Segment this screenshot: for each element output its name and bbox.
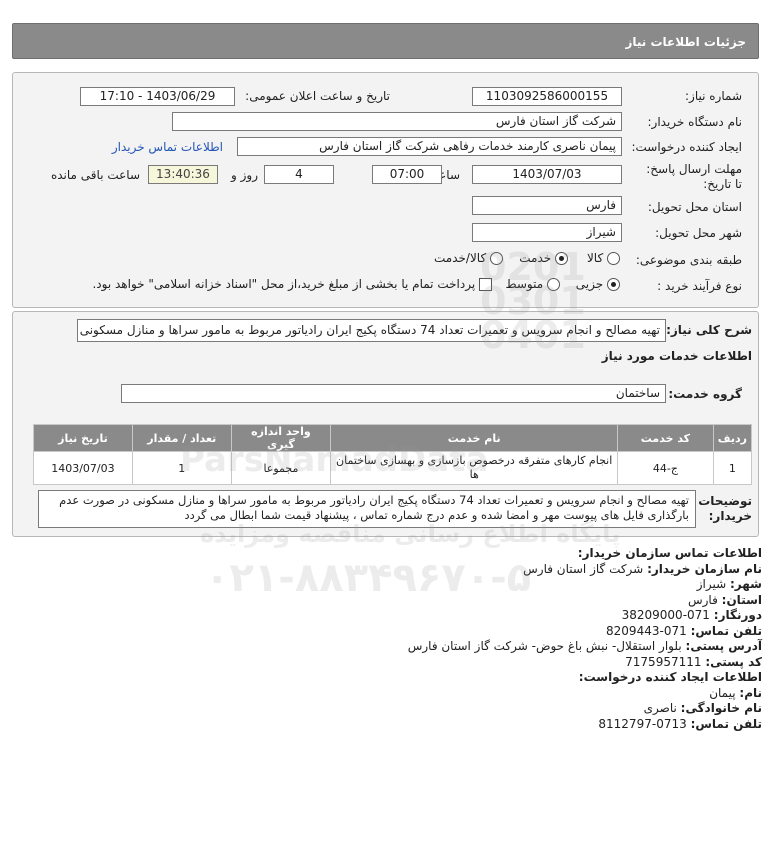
deadline-time-field[interactable]: 07:00 — [372, 165, 442, 184]
services-table: ردیف کد خدمت نام خدمت واحد اندازه گیری ت… — [33, 424, 753, 485]
contact-info: اطلاعات تماس سازمان خریدار: نام سازمان خ… — [62, 546, 762, 732]
need-number-label: شماره نیاز: — [685, 89, 742, 103]
contact-address-value: بلوار استقلال- نبش باغ حوض- شرکت گاز است… — [407, 639, 682, 653]
province-field[interactable]: فارس — [472, 196, 622, 215]
contact-address-row: آدرس پستی: بلوار استقلال- نبش باغ حوض- ش… — [62, 639, 762, 655]
cell-unit: مجموعا — [230, 451, 332, 485]
creator-family-value: ناصری — [643, 701, 677, 715]
city-label: شهر محل تحویل: — [655, 226, 742, 240]
category-option-service[interactable]: خدمت — [519, 251, 568, 265]
contact-phone-row: تلفن تماس: 071-8209443 — [62, 624, 762, 640]
need-summary-panel: شرح کلی نیاز: تهیه مصالح و انجام سرویس و… — [12, 311, 759, 537]
col-service-name: نام خدمت — [330, 424, 619, 452]
cell-quantity: 1 — [131, 451, 232, 485]
need-number-field[interactable]: 1103092586000155 — [472, 87, 622, 106]
creator-name-row: نام: پیمان — [62, 686, 762, 702]
process-option-minor[interactable]: جزیی — [576, 277, 620, 291]
creator-field[interactable]: پیمان ناصری کارمند خدمات رفاهی شرکت گاز … — [237, 137, 622, 156]
contact-heading: اطلاعات تماس سازمان خریدار: — [577, 546, 762, 560]
payment-note: پرداخت تمام یا بخشی از مبلغ خرید،از محل … — [92, 277, 476, 291]
category-option-goods[interactable]: کالا — [587, 251, 620, 265]
summary-field[interactable]: تهیه مصالح و انجام سرویس و تعمیرات تعداد… — [77, 319, 666, 342]
creator-phone-value: 0713-8112797 — [598, 716, 687, 731]
col-unit: واحد اندازه گیری — [230, 424, 332, 452]
page-header: جزئیات اطلاعات نیاز — [12, 23, 759, 59]
cell-service-code: ج-44 — [617, 451, 714, 485]
category-goods-label: کالا — [586, 251, 604, 265]
contact-phone-label: تلفن تماس: — [690, 623, 762, 638]
need-details-panel: شماره نیاز: 1103092586000155 تاریخ و ساع… — [12, 72, 759, 308]
contact-city-value: شیراز — [696, 577, 727, 591]
contact-postal-value: 7175957111 — [625, 654, 702, 669]
services-heading: اطلاعات خدمات مورد نیاز — [601, 349, 752, 363]
contact-fax-row: دورنگار: 071-38209000 — [62, 608, 762, 624]
contact-fax-label: دورنگار: — [713, 608, 762, 622]
process-medium-label: متوسط — [505, 277, 544, 291]
deadline-label: مهلت ارسال پاسخ: تا تاریخ: — [646, 162, 742, 191]
category-radio-goods[interactable] — [607, 252, 620, 265]
payment-checkbox[interactable] — [479, 278, 492, 291]
category-option-both[interactable]: کالا/خدمت — [434, 251, 503, 265]
contact-address-label: آدرس پستی: — [685, 639, 762, 653]
contact-city-row: شهر: شیراز — [62, 577, 762, 593]
cell-row-number: 1 — [712, 451, 753, 485]
creator-heading: اطلاعات ایجاد کننده درخواست: — [578, 670, 762, 684]
announce-date-field[interactable]: 1403/06/29 - 17:10 — [80, 87, 235, 106]
process-option-medium[interactable]: متوسط — [505, 277, 560, 291]
contact-province-row: استان: فارس — [62, 593, 762, 609]
contact-postal-label: کد پستی: — [705, 654, 762, 669]
cell-need-date: 1403/07/03 — [33, 451, 133, 485]
col-row-number: ردیف — [712, 424, 753, 452]
page-title: جزئیات اطلاعات نیاز — [625, 35, 746, 49]
contact-fax-value: 071-38209000 — [621, 608, 710, 622]
service-group-label: گروه خدمت: — [668, 387, 742, 401]
category-radio-both[interactable] — [490, 252, 503, 265]
category-radio-service[interactable] — [555, 252, 568, 265]
payment-option[interactable]: پرداخت تمام یا بخشی از مبلغ خرید،از محل … — [92, 277, 492, 291]
process-minor-label: جزیی — [575, 277, 604, 291]
contact-org-label: نام سازمان خریدار: — [647, 561, 762, 576]
buyer-org-label: نام دستگاه خریدار: — [647, 115, 743, 129]
category-both-label: کالا/خدمت — [433, 251, 487, 265]
buyer-contact-link[interactable]: اطلاعات تماس خریدار — [112, 140, 223, 154]
buyer-notes-field[interactable]: تهیه مصالح و انجام سرویس و تعمیرات تعداد… — [38, 490, 696, 528]
contact-postal-row: کد پستی: 7175957111 — [62, 655, 762, 671]
announce-date-label: تاریخ و ساعت اعلان عمومی: — [245, 89, 390, 103]
table-header-row: ردیف کد خدمت نام خدمت واحد اندازه گیری ت… — [33, 424, 753, 452]
deadline-date-field[interactable]: 1403/07/03 — [472, 165, 622, 184]
city-field[interactable]: شیراز — [472, 223, 622, 242]
contact-province-label: استان: — [721, 592, 762, 607]
process-radio-minor[interactable] — [607, 278, 620, 291]
contact-province-value: فارس — [687, 592, 718, 607]
category-service-label: خدمت — [519, 251, 552, 265]
contact-city-label: شهر: — [730, 577, 762, 591]
buyer-notes-label: توضیحات خریدار: — [698, 494, 752, 523]
service-group-field[interactable]: ساختمان — [121, 384, 666, 403]
contact-phone-value: 071-8209443 — [606, 623, 687, 638]
contact-org-value: شرکت گاز استان فارس — [523, 561, 644, 576]
col-quantity: تعداد / مقدار — [131, 424, 232, 452]
process-radio-medium[interactable] — [547, 278, 560, 291]
remaining-time-label: ساعت باقی مانده — [50, 168, 140, 182]
cell-service-name: انجام کارهای متفرقه درخصوص بازسازی و بهس… — [330, 451, 619, 485]
creator-family-row: نام خانوادگی: ناصری — [62, 701, 762, 717]
creator-phone-label: تلفن تماس: — [690, 716, 762, 731]
creator-label: ایجاد کننده درخواست: — [631, 140, 742, 154]
creator-family-label: نام خانوادگی: — [680, 701, 762, 715]
creator-name-label: نام: — [739, 685, 762, 700]
contact-org-row: نام سازمان خریدار: شرکت گاز استان فارس — [62, 562, 762, 578]
remaining-time-field: 13:40:36 — [148, 165, 218, 184]
buyer-org-field[interactable]: شرکت گاز استان فارس — [172, 112, 622, 131]
days-label: روز و — [231, 168, 258, 182]
days-field[interactable]: 4 — [264, 165, 334, 184]
col-need-date: تاریخ نیاز — [33, 424, 133, 452]
province-label: استان محل تحویل: — [647, 200, 742, 214]
process-label: نوع فرآیند خرید : — [657, 279, 742, 293]
col-service-code: کد خدمت — [617, 424, 714, 452]
table-row: 1 ج-44 انجام کارهای متفرقه درخصوص بازساز… — [33, 451, 753, 485]
category-label: طبقه بندی موضوعی: — [635, 253, 742, 267]
creator-phone-row: تلفن تماس: 0713-8112797 — [62, 717, 762, 733]
creator-name-value: پیمان — [709, 685, 736, 700]
summary-label: شرح کلی نیاز: — [666, 323, 752, 337]
